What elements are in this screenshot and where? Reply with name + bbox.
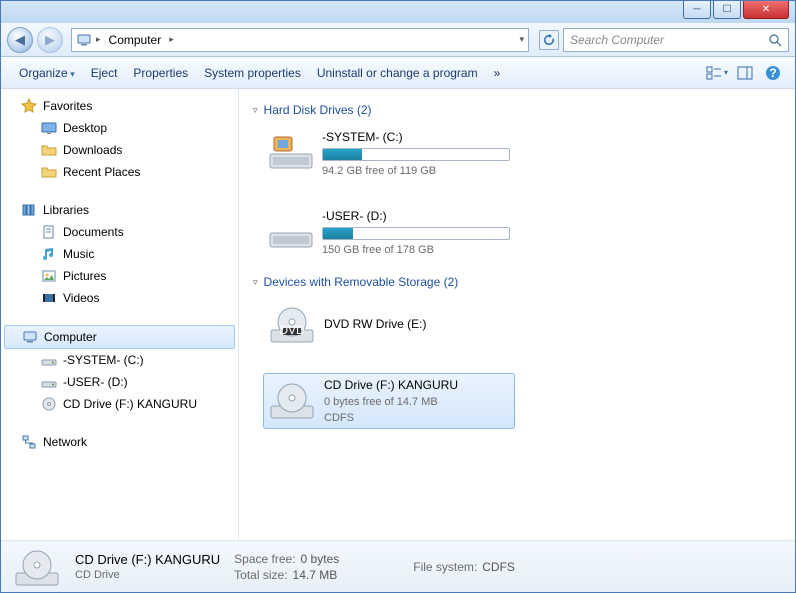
- folder-icon: [41, 164, 57, 180]
- dvd-icon: DVD: [268, 302, 316, 346]
- refresh-button[interactable]: [539, 30, 559, 50]
- sidebar-item-user-d[interactable]: -USER- (D:): [1, 371, 238, 393]
- maximize-button[interactable]: ☐: [713, 1, 741, 19]
- drive-label: -USER- (D:): [322, 209, 510, 223]
- sidebar-favorites-label: Favorites: [43, 99, 92, 113]
- uninstall-button[interactable]: Uninstall or change a program: [309, 62, 486, 84]
- status-title: CD Drive (F:) KANGURU: [75, 552, 220, 567]
- star-icon: [21, 98, 37, 114]
- videos-icon: [41, 290, 57, 306]
- cd-icon: [41, 396, 57, 412]
- breadcrumb-computer[interactable]: Computer: [105, 31, 166, 49]
- status-key: Total size:: [234, 568, 287, 582]
- drive-stats: 150 GB free of 178 GB: [322, 244, 510, 256]
- status-value: 0 bytes: [301, 552, 340, 566]
- sidebar: Favorites Desktop Downloads Recent Place…: [1, 89, 239, 540]
- sidebar-item-system-c[interactable]: -SYSTEM- (C:): [1, 349, 238, 371]
- sidebar-network[interactable]: Network: [1, 431, 238, 453]
- breadcrumb-sep: ▸: [169, 34, 174, 45]
- sidebar-item-videos[interactable]: Videos: [1, 287, 238, 309]
- drive-label: DVD RW Drive (E:): [324, 317, 510, 331]
- computer-icon: [22, 329, 38, 345]
- drive-stats: 0 bytes free of 14.7 MB: [324, 396, 510, 408]
- status-bar: CD Drive (F:) KANGURU CD Drive Space fre…: [1, 540, 795, 592]
- svg-text:?: ?: [769, 66, 776, 80]
- drive-dvd-e[interactable]: DVD DVD RW Drive (E:): [263, 297, 515, 351]
- nav-bar: ◀ ▶ ▸ Computer ▸ ▾ Search Computer: [1, 23, 795, 57]
- drive-user-d[interactable]: -USER- (D:) 150 GB free of 178 GB: [263, 204, 515, 261]
- minimize-button[interactable]: ─: [683, 1, 711, 19]
- status-key: Space free:: [234, 552, 295, 566]
- sidebar-network-label: Network: [43, 435, 87, 449]
- preview-pane-button[interactable]: [733, 61, 757, 85]
- drive-system-c[interactable]: -SYSTEM- (C:) 94.2 GB free of 119 GB: [263, 125, 515, 182]
- address-dropdown-icon[interactable]: ▾: [519, 34, 524, 45]
- main-pane: ▿Hard Disk Drives (2) -SYSTEM- (C:) 94.2…: [239, 89, 795, 540]
- hdd-icon: [41, 374, 57, 390]
- search-input[interactable]: Search Computer: [563, 28, 789, 52]
- status-value: 14.7 MB: [293, 568, 338, 582]
- cd-icon: [268, 378, 316, 422]
- drive-fs: CDFS: [324, 412, 510, 424]
- breadcrumb-sep: ▸: [96, 34, 101, 45]
- status-subtitle: CD Drive: [75, 569, 220, 581]
- progress-bar: [322, 148, 510, 161]
- hdd-icon: [268, 209, 314, 253]
- search-icon: [768, 33, 782, 47]
- documents-icon: [41, 224, 57, 240]
- forward-button[interactable]: ▶: [37, 27, 63, 53]
- sidebar-computer[interactable]: Computer: [4, 325, 235, 349]
- search-placeholder: Search Computer: [570, 33, 664, 47]
- sidebar-item-music[interactable]: Music: [1, 243, 238, 265]
- back-button[interactable]: ◀: [7, 27, 33, 53]
- address-bar[interactable]: ▸ Computer ▸ ▾: [71, 28, 529, 52]
- status-key: File system:: [413, 560, 477, 574]
- view-options-button[interactable]: ▾: [705, 61, 729, 85]
- sidebar-favorites[interactable]: Favorites: [1, 95, 238, 117]
- sidebar-item-recent[interactable]: Recent Places: [1, 161, 238, 183]
- drive-cd-kanguru[interactable]: CD Drive (F:) KANGURU 0 bytes free of 14…: [263, 373, 515, 429]
- drive-label: CD Drive (F:) KANGURU: [324, 378, 510, 392]
- title-bar: ─ ☐ ✕: [1, 1, 795, 23]
- network-icon: [21, 434, 37, 450]
- status-value: CDFS: [482, 560, 515, 574]
- desktop-icon: [41, 120, 57, 136]
- pictures-icon: [41, 268, 57, 284]
- section-removable[interactable]: ▿Devices with Removable Storage (2): [253, 275, 781, 289]
- sidebar-item-pictures[interactable]: Pictures: [1, 265, 238, 287]
- help-button[interactable]: ?: [761, 61, 785, 85]
- sidebar-item-cd-kanguru[interactable]: CD Drive (F:) KANGURU: [1, 393, 238, 415]
- sidebar-item-downloads[interactable]: Downloads: [1, 139, 238, 161]
- close-button[interactable]: ✕: [743, 1, 789, 19]
- drive-stats: 94.2 GB free of 119 GB: [322, 165, 510, 177]
- hdd-icon: [41, 352, 57, 368]
- libraries-icon: [21, 202, 37, 218]
- eject-button[interactable]: Eject: [83, 62, 126, 84]
- system-properties-button[interactable]: System properties: [196, 62, 309, 84]
- svg-text:DVD: DVD: [279, 323, 305, 337]
- music-icon: [41, 246, 57, 262]
- toolbar: Organize Eject Properties System propert…: [1, 57, 795, 89]
- sidebar-item-documents[interactable]: Documents: [1, 221, 238, 243]
- hdd-icon: [268, 130, 314, 174]
- progress-bar: [322, 227, 510, 240]
- sidebar-computer-label: Computer: [44, 330, 97, 344]
- sidebar-libraries[interactable]: Libraries: [1, 199, 238, 221]
- organize-button[interactable]: Organize: [11, 62, 83, 84]
- sidebar-libraries-label: Libraries: [43, 203, 89, 217]
- section-hdd[interactable]: ▿Hard Disk Drives (2): [253, 103, 781, 117]
- folder-icon: [41, 142, 57, 158]
- computer-icon: [76, 32, 92, 48]
- cd-icon: [13, 547, 61, 587]
- toolbar-more-button[interactable]: »: [486, 62, 509, 84]
- drive-label: -SYSTEM- (C:): [322, 130, 510, 144]
- properties-button[interactable]: Properties: [125, 62, 196, 84]
- sidebar-item-desktop[interactable]: Desktop: [1, 117, 238, 139]
